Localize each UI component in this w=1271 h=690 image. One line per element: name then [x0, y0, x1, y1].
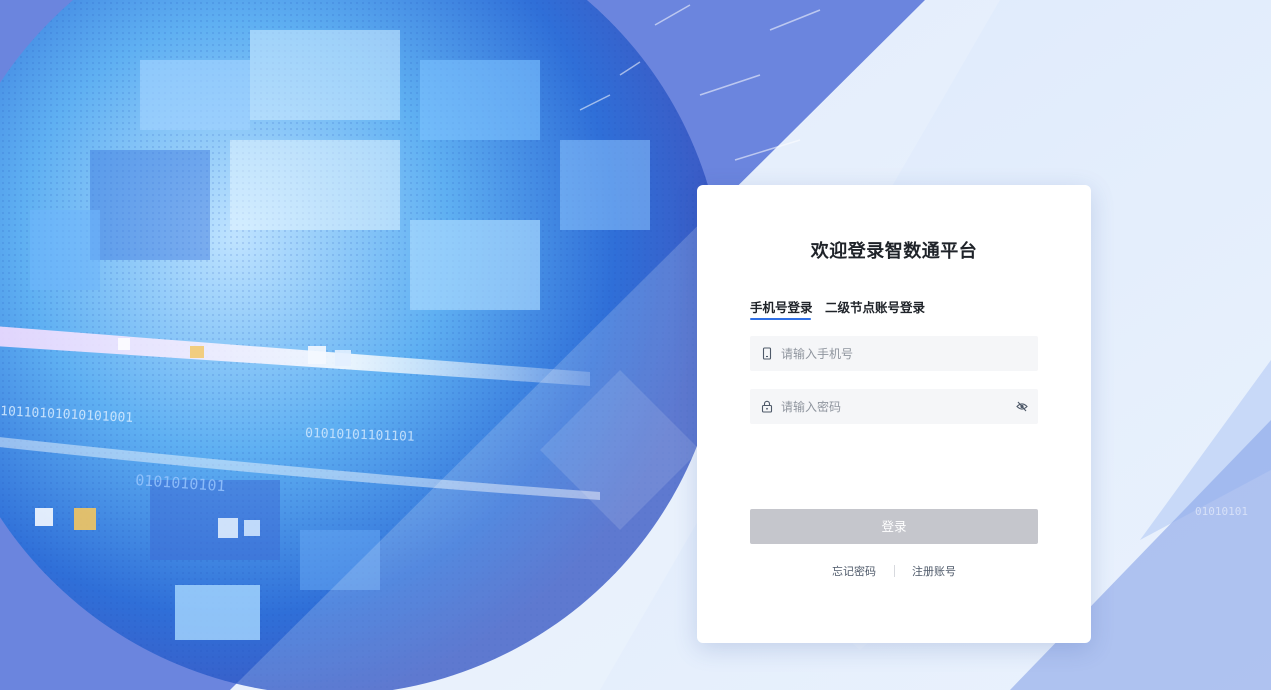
binary-text-4: 01010101	[1195, 505, 1248, 518]
lock-icon	[761, 400, 773, 413]
phone-icon	[762, 347, 772, 360]
active-tab-indicator	[750, 318, 811, 320]
login-button[interactable]: 登录	[750, 509, 1038, 544]
register-link[interactable]: 注册账号	[912, 563, 956, 579]
link-divider	[893, 565, 895, 577]
login-card: 欢迎登录智数通平台 手机号登录 二级节点账号登录 请输入手机号 登录 忘记密码 …	[697, 185, 1091, 643]
login-page: 10110101010101001 01010101101101 0101010…	[0, 0, 1271, 690]
auxiliary-links: 忘记密码 注册账号	[697, 563, 1091, 579]
tab-phone-login[interactable]: 手机号登录	[750, 297, 813, 316]
page-title: 欢迎登录智数通平台	[810, 241, 978, 262]
phone-field	[750, 336, 1038, 371]
password-input[interactable]	[781, 389, 1006, 424]
tab-node-account-login[interactable]: 二级节点账号登录	[825, 297, 925, 316]
phone-input[interactable]	[781, 336, 1006, 371]
password-field	[750, 389, 1038, 424]
eye-slash-icon[interactable]	[1016, 401, 1028, 412]
svg-text:01010101: 01010101	[1195, 505, 1248, 518]
forgot-password-link[interactable]: 忘记密码	[832, 563, 876, 579]
